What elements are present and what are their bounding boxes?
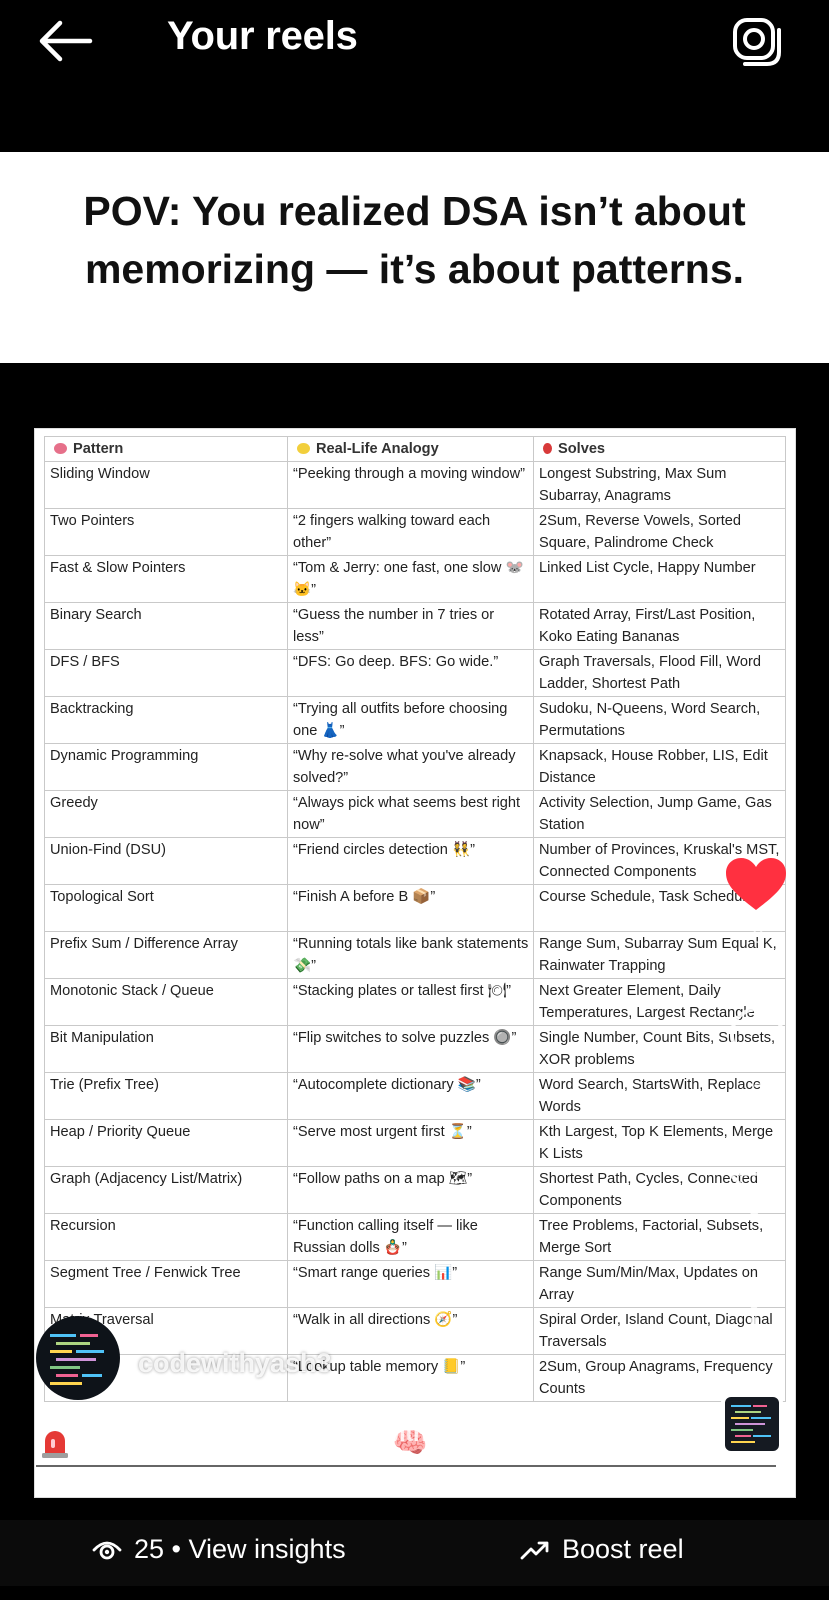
pattern-table: Pattern Real-Life Analogy Solves Sliding… <box>44 436 786 1402</box>
cell-analogy: “Stacking plates or tallest first 🍽” <box>287 978 534 1026</box>
table-row: Graph (Adjacency List/Matrix) “Follow pat… <box>44 1166 786 1214</box>
audio-thumbnail[interactable] <box>721 1393 783 1455</box>
like-count: 3 <box>752 926 764 948</box>
boost-label: Boost reel <box>562 1534 684 1564</box>
reel-video[interactable]: POV: You realized DSA isn’t about memori… <box>0 80 829 1520</box>
cell-pattern: Dynamic Programming <box>44 743 288 791</box>
like-button[interactable] <box>723 856 789 914</box>
view-insights-button[interactable]: 25 • View insights <box>92 1534 346 1565</box>
cell-analogy: “Autocomplete dictionary 📚” <box>287 1072 534 1120</box>
cell-pattern: Union-Find (DSU) <box>44 837 288 885</box>
brain-icon <box>54 443 67 454</box>
table-row: Dynamic Programming “Why re-solve what yo… <box>44 743 786 791</box>
comment-icon <box>729 1007 784 1063</box>
table-row: Two Pointers “2 fingers walking toward ea… <box>44 508 786 556</box>
bottom-bar: 25 • View insights Boost reel <box>0 1520 829 1586</box>
back-button[interactable] <box>36 18 94 64</box>
table-row: Prefix Sum / Difference Array “Running to… <box>44 931 786 979</box>
more-vertical-icon <box>750 1301 758 1341</box>
header-analogy: Real-Life Analogy <box>287 436 534 462</box>
page-title: Your reels <box>167 14 358 58</box>
share-button[interactable] <box>725 1168 785 1222</box>
boost-reel-button[interactable]: Boost reel <box>520 1534 684 1565</box>
cell-analogy: “Running totals like bank statements 💸” <box>287 931 534 979</box>
cell-pattern: Recursion <box>44 1213 288 1261</box>
cell-pattern: Heap / Priority Queue <box>44 1119 288 1167</box>
table-row: Topological Sort “Finish A before B 📦” Cou… <box>44 884 786 932</box>
arrow-left-icon <box>39 20 93 62</box>
cell-pattern: Sliding Window <box>44 461 288 509</box>
table-row: Segment Tree / Fenwick Tree “Smart range … <box>44 1260 786 1308</box>
overlay-title: POV: You realized DSA isn’t about memori… <box>83 188 746 292</box>
table-row: Trie (Prefix Tree) “Autocomplete dictiona… <box>44 1072 786 1120</box>
cell-pattern: Prefix Sum / Difference Array <box>44 931 288 979</box>
author-avatar[interactable] <box>36 1316 120 1400</box>
cell-pattern: Monotonic Stack / Queue <box>44 978 288 1026</box>
cell-analogy: “Peeking through a moving window” <box>287 461 534 509</box>
cell-pattern: Two Pointers <box>44 508 288 556</box>
pin-icon <box>543 443 552 454</box>
send-icon <box>727 1172 783 1220</box>
cell-analogy: “Follow paths on a map 🗺” <box>287 1166 534 1214</box>
table-row: Bit Manipulation “Flip switches to solve … <box>44 1025 786 1073</box>
insights-label: 25 • View insights <box>134 1534 346 1564</box>
cell-analogy: “Smart range queries 📊” <box>287 1260 534 1308</box>
siren-icon <box>42 1431 68 1458</box>
table-header-row: Pattern Real-Life Analogy Solves <box>44 436 786 462</box>
table-row: Monotonic Stack / Queue “Stacking plates … <box>44 978 786 1026</box>
heart-icon <box>726 858 786 910</box>
author-username[interactable]: codewithyash3 <box>138 1348 332 1379</box>
divider <box>36 1465 776 1467</box>
cell-pattern: Fast & Slow Pointers <box>44 555 288 603</box>
cell-pattern: Segment Tree / Fenwick Tree <box>44 1260 288 1308</box>
eye-icon <box>92 1541 122 1559</box>
dsa-pattern-table: Pattern Real-Life Analogy Solves Sliding… <box>34 428 796 1498</box>
watermark: codewithyash <box>327 1420 480 1447</box>
cell-analogy: “Finish A before B 📦” <box>287 884 534 932</box>
cell-pattern: Binary Search <box>44 602 288 650</box>
cell-analogy: “Flip switches to solve puzzles 🔘” <box>287 1025 534 1073</box>
cell-analogy: “Function calling itself — like Russian … <box>287 1213 534 1261</box>
lightbulb-icon <box>297 443 310 454</box>
cell-pattern: Greedy <box>44 790 288 838</box>
top-bar: Your reels <box>0 0 829 80</box>
table-row: Sliding Window “Peeking through a moving … <box>44 461 786 509</box>
table-row: Backtracking “Trying all outfits before c… <box>44 696 786 744</box>
table-body: Sliding Window “Peeking through a moving … <box>44 461 786 1402</box>
cell-analogy: “Guess the number in 7 tries or less” <box>287 602 534 650</box>
reel-actions: 3 2 <box>719 80 829 1520</box>
cell-pattern: Bit Manipulation <box>44 1025 288 1073</box>
table-row: Heap / Priority Queue “Serve most urgent … <box>44 1119 786 1167</box>
cell-analogy: “Friend circles detection 👯” <box>287 837 534 885</box>
cell-pattern: Graph (Adjacency List/Matrix) <box>44 1166 288 1214</box>
comment-count: 2 <box>752 1080 764 1102</box>
table-row: Greedy “Always pick what seems best right… <box>44 790 786 838</box>
cell-analogy: “DFS: Go deep. BFS: Go wide.” <box>287 649 534 697</box>
cell-analogy: “Tom & Jerry: one fast, one slow 🐭🐱” <box>287 555 534 603</box>
cell-analogy: “Always pick what seems best right now” <box>287 790 534 838</box>
table-row: Union-Find (DSU) “Friend circles detectio… <box>44 837 786 885</box>
comment-button[interactable] <box>725 1005 785 1065</box>
cell-pattern: Trie (Prefix Tree) <box>44 1072 288 1120</box>
table-row: Recursion “Function calling itself — like… <box>44 1213 786 1261</box>
cell-analogy: “Trying all outfits before choosing one … <box>287 696 534 744</box>
avatar-code-icon <box>50 1334 104 1385</box>
cell-pattern: Backtracking <box>44 696 288 744</box>
header-pattern: Pattern <box>44 436 288 462</box>
cell-pattern: DFS / BFS <box>44 649 288 697</box>
cell-analogy: “Serve most urgent first ⏳” <box>287 1119 534 1167</box>
camera-button[interactable] <box>729 14 785 68</box>
more-options-button[interactable] <box>743 1298 765 1344</box>
table-row: Fast & Slow Pointers “Tom & Jerry: one fa… <box>44 555 786 603</box>
cell-analogy: “2 fingers walking toward each other” <box>287 508 534 556</box>
table-row: DFS / BFS “DFS: Go deep. BFS: Go wide.” Gr… <box>44 649 786 697</box>
trending-up-icon <box>520 1541 549 1559</box>
cell-pattern: Topological Sort <box>44 884 288 932</box>
code-thumbnail-icon <box>731 1405 771 1443</box>
overlay-title-band: POV: You realized DSA isn’t about memori… <box>0 152 829 363</box>
camera-icon <box>733 18 781 66</box>
table-row: Binary Search “Guess the number in 7 trie… <box>44 602 786 650</box>
cell-analogy: “Why re-solve what you've already solved… <box>287 743 534 791</box>
